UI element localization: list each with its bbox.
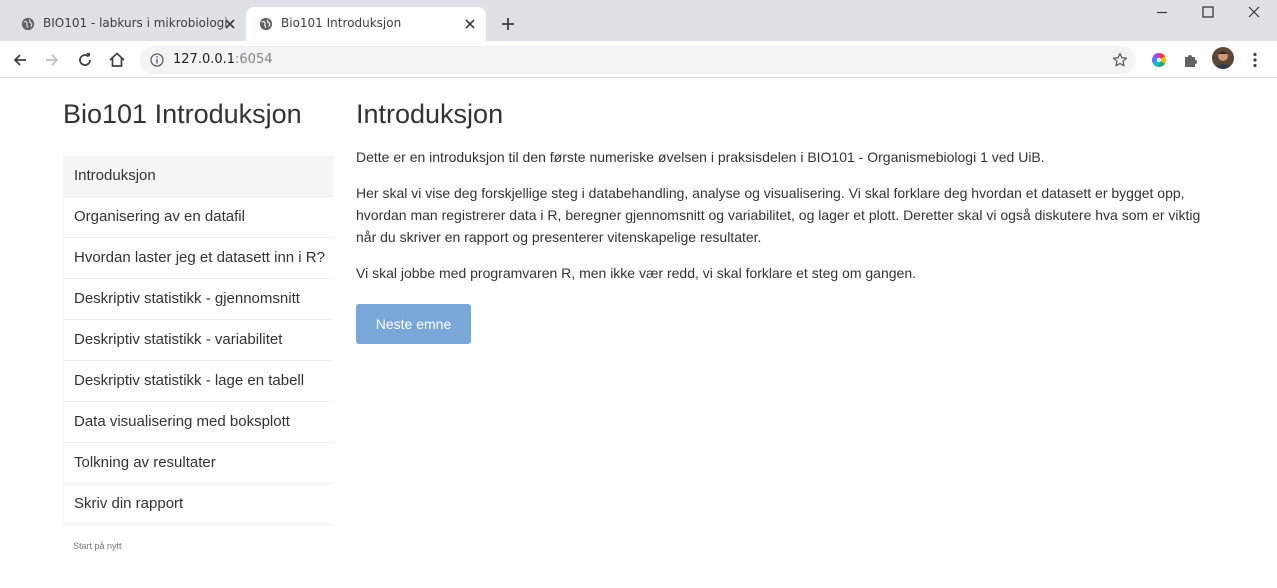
forward-arrow-icon[interactable] <box>42 50 62 70</box>
url-host: 127.0.0.1 <box>173 52 236 67</box>
browser-tabstrip: BIO101 - labkurs i mikrobiologi Bio101 I… <box>0 0 1277 41</box>
back-arrow-icon[interactable] <box>10 50 30 70</box>
sidebar-item-laste-datasett[interactable]: Hvordan laster jeg et datasett inn i R? <box>63 238 333 279</box>
reload-icon[interactable] <box>75 50 95 70</box>
puzzle-extensions-icon[interactable] <box>1181 50 1201 70</box>
browser-toolbar: 127.0.0.1:6054 <box>0 41 1277 78</box>
url-port: :6054 <box>235 52 273 67</box>
sidebar-item-gjennomsnitt[interactable]: Deskriptiv statistikk - gjennomsnitt <box>63 279 333 320</box>
globe-icon <box>259 17 273 31</box>
sidebar-item-rapport[interactable]: Skriv din rapport <box>63 484 333 525</box>
info-icon[interactable] <box>150 53 164 67</box>
browser-tab-labkurs[interactable]: BIO101 - labkurs i mikrobiologi <box>8 7 244 41</box>
url-text: 127.0.0.1:6054 <box>173 52 273 67</box>
sidebar-item-organisering[interactable]: Organisering av en datafil <box>63 197 333 238</box>
home-icon[interactable] <box>107 50 127 70</box>
color-wheel-extension-icon[interactable] <box>1149 50 1169 70</box>
close-icon[interactable] <box>222 16 238 32</box>
minimize-icon[interactable] <box>1154 4 1170 20</box>
sidebar-item-tolkning[interactable]: Tolkning av resultater <box>63 443 333 484</box>
browser-tab-introduksjon[interactable]: Bio101 Introduksjon <box>246 7 486 41</box>
software-paragraph: Vi skal jobbe med programvaren R, men ik… <box>356 265 916 281</box>
bookmark-star-icon[interactable] <box>1112 52 1128 68</box>
new-tab-plus-icon[interactable] <box>498 14 518 34</box>
intro-paragraph: Dette er en introduksjon til den første … <box>356 149 1045 165</box>
sidebar-item-introduksjon[interactable]: Introduksjon <box>63 156 333 197</box>
site-title: Bio101 Introduksjon <box>63 99 302 129</box>
window-close-icon[interactable] <box>1246 4 1262 20</box>
sidebar-nav: Introduksjon Organisering av en datafil … <box>63 156 333 525</box>
sidebar-item-variabilitet[interactable]: Deskriptiv statistikk - variabilitet <box>63 320 333 361</box>
avatar-face-icon <box>1214 51 1232 69</box>
next-topic-button[interactable]: Neste emne <box>356 304 471 344</box>
globe-icon <box>21 17 35 31</box>
restart-link[interactable]: Start på nytt <box>73 541 122 551</box>
menu-kebab-icon[interactable] <box>1245 50 1265 70</box>
maximize-icon[interactable] <box>1200 4 1216 20</box>
address-bar[interactable]: 127.0.0.1:6054 <box>140 46 1136 74</box>
profile-avatar[interactable] <box>1212 47 1234 69</box>
page-title: Introduksjon <box>356 99 504 129</box>
sidebar-item-tabell[interactable]: Deskriptiv statistikk - lage en tabell <box>63 361 333 402</box>
description-paragraph: Her skal vi vise deg forskjellige steg i… <box>356 185 1201 245</box>
close-icon[interactable] <box>462 16 478 32</box>
tab-title: BIO101 - labkurs i mikrobiologi <box>43 16 228 30</box>
tab-title: Bio101 Introduksjon <box>281 16 402 30</box>
sidebar-item-boksplott[interactable]: Data visualisering med boksplott <box>63 402 333 443</box>
